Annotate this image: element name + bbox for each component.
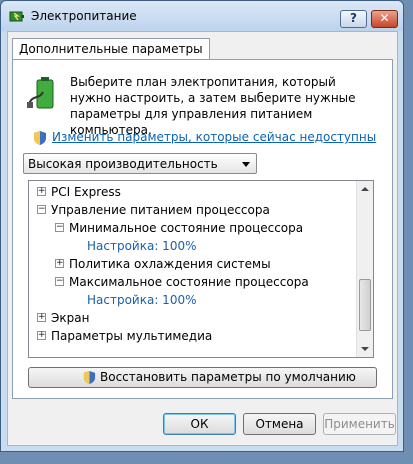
- tree-item-label: Политика охлаждения системы: [69, 257, 271, 271]
- restore-defaults-button[interactable]: Восстановить параметры по умолчанию: [28, 367, 377, 388]
- apply-button[interactable]: Применить: [323, 413, 396, 435]
- collapse-icon[interactable]: −: [55, 277, 64, 286]
- power-options-icon: [9, 11, 24, 22]
- expand-icon[interactable]: +: [55, 259, 64, 268]
- scroll-up-icon[interactable]: [361, 187, 369, 191]
- tree-item-label: Управление питанием процессора: [51, 203, 270, 217]
- tree-item-label: Максимальное состояние процессора: [69, 275, 309, 289]
- collapse-icon[interactable]: −: [55, 223, 64, 232]
- tree-item-label: Параметры мультимедиа: [51, 329, 213, 343]
- window-title: Электропитание: [31, 9, 137, 23]
- power-plan-select[interactable]: Высокая производительность: [23, 153, 257, 174]
- close-button[interactable]: ✕: [371, 10, 398, 28]
- change-unavailable-settings-link[interactable]: Изменить параметры, которые сейчас недос…: [52, 130, 376, 144]
- power-options-window: Электропитание ? ✕ Дополнительные параме…: [0, 0, 404, 452]
- tree-item-label: Минимальное состояние процессора: [69, 221, 304, 235]
- tab-advanced-settings[interactable]: Дополнительные параметры: [12, 38, 210, 60]
- power-plan-select-value: Высокая производительность: [28, 157, 218, 171]
- collapse-icon[interactable]: −: [37, 205, 46, 214]
- tree-item-label: Экран: [51, 311, 90, 325]
- cancel-button[interactable]: Отмена: [243, 413, 316, 435]
- scroll-down-icon[interactable]: [361, 347, 369, 351]
- ok-button[interactable]: ОК: [163, 413, 236, 435]
- advanced-settings-panel: Выберите план электропитания, который ну…: [12, 59, 393, 399]
- battery-icon: [27, 77, 54, 109]
- tree-scrollbar[interactable]: [356, 181, 373, 357]
- title-bar[interactable]: Электропитание ? ✕: [1, 1, 403, 31]
- settings-tree[interactable]: + PCI Express − Управление питанием проц…: [28, 180, 374, 358]
- expand-icon[interactable]: +: [37, 313, 46, 322]
- expand-icon[interactable]: +: [37, 187, 46, 196]
- chevron-down-icon: [242, 162, 250, 167]
- scrollbar-thumb[interactable]: [359, 279, 371, 331]
- uac-shield-icon: [34, 131, 46, 145]
- min-cpu-setting-value[interactable]: Настройка: 100%: [87, 237, 197, 255]
- expand-icon[interactable]: +: [37, 331, 46, 340]
- plan-description: Выберите план электропитания, который ну…: [70, 75, 356, 137]
- restore-defaults-label: Восстановить параметры по умолчанию: [100, 370, 356, 384]
- tree-item-label: PCI Express: [51, 185, 121, 199]
- uac-shield-icon: [83, 371, 96, 384]
- help-button[interactable]: ?: [340, 10, 367, 28]
- dialog-body: Дополнительные параметры Выберите план э…: [7, 31, 398, 446]
- max-cpu-setting-value[interactable]: Настройка: 100%: [87, 291, 197, 309]
